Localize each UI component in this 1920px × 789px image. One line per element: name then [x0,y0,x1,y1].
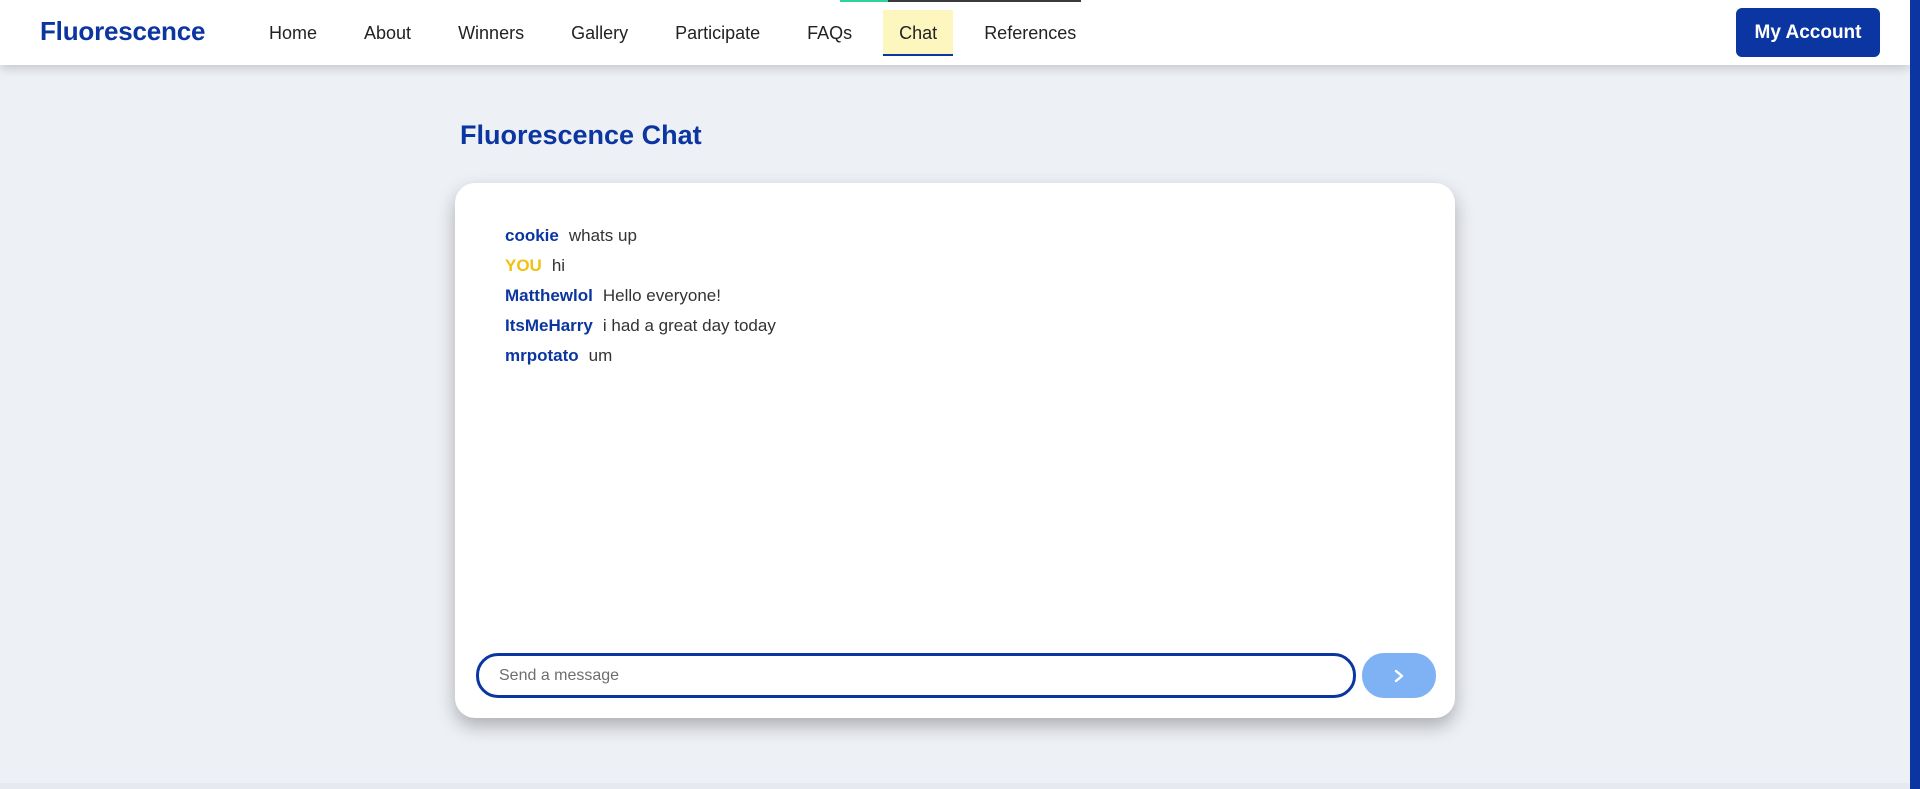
nav-item-about[interactable]: About [348,10,427,56]
message-text: i had a great day today [602,316,776,335]
site-logo[interactable]: Fluorescence [40,16,205,47]
nav-item-faqs[interactable]: FAQs [791,10,868,56]
chat-panel: cookie whats up YOU hi Matthewlol Hello eve… [455,183,1455,718]
chevron-right-icon [1394,669,1404,682]
message-username: Matthewlol [505,286,593,305]
page-title: Fluorescence Chat [460,120,702,150]
chat-message: ItsMeHarry i had a great day today [505,311,776,341]
chat-message: cookie whats up [505,221,776,251]
nav-item-home[interactable]: Home [253,10,333,56]
chat-message: Matthewlol Hello everyone! [505,281,776,311]
my-account-button[interactable]: My Account [1736,8,1880,57]
nav-item-chat[interactable]: Chat [883,9,954,56]
message-composer [476,653,1436,698]
main-nav: Home About Winners Gallery Participate F… [253,0,1092,65]
message-text: hi [551,256,566,275]
chat-message: mrpotato um [505,341,776,371]
message-list[interactable]: cookie whats up YOU hi Matthewlol Hello eve… [505,221,776,371]
message-input[interactable] [476,653,1356,698]
top-navbar: Fluorescence Home About Winners Gallery … [0,0,1910,65]
message-text: Hello everyone! [602,286,721,305]
message-username-self: YOU [505,256,542,275]
message-username: ItsMeHarry [505,316,593,335]
chat-message: YOU hi [505,251,776,281]
nav-item-participate[interactable]: Participate [659,10,776,56]
nav-item-references[interactable]: References [968,10,1092,56]
page: Fluorescence Home About Winners Gallery … [0,0,1920,789]
footer-strip [0,783,1910,789]
right-edge-bar [1910,0,1920,789]
nav-item-winners[interactable]: Winners [442,10,540,56]
message-text: um [588,346,613,365]
send-button[interactable] [1362,653,1436,698]
message-text: whats up [568,226,637,245]
nav-item-gallery[interactable]: Gallery [555,10,644,56]
message-username: mrpotato [505,346,579,365]
message-username: cookie [505,226,559,245]
